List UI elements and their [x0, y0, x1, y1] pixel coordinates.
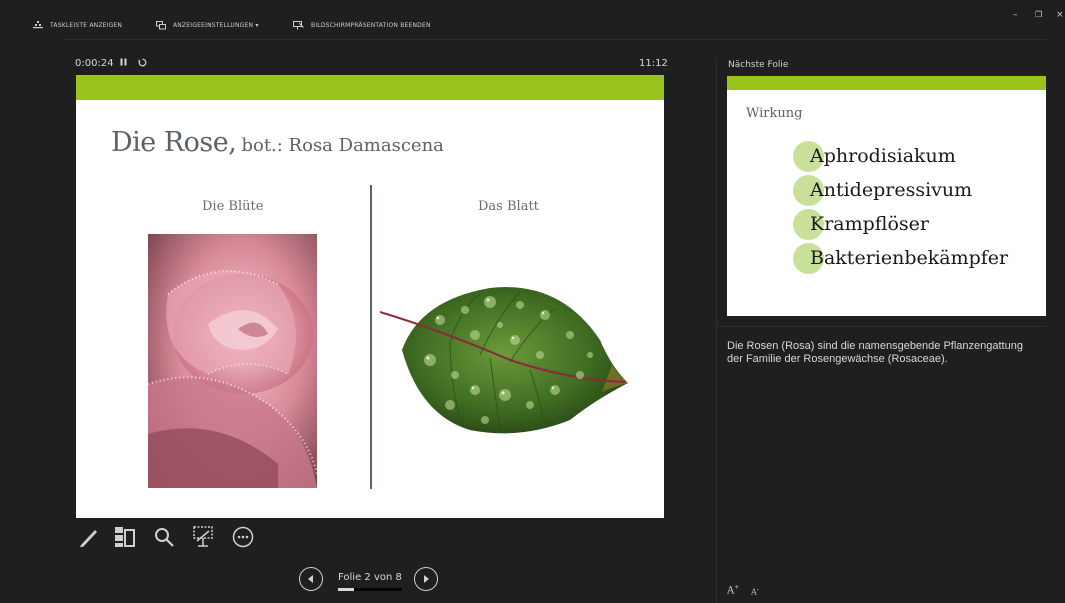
bullet-text: Aphrodisiakum — [810, 145, 956, 167]
display-settings-button[interactable]: ANZEIGEEINSTELLUNGEN ▾ — [156, 21, 259, 30]
see-all-slides-button[interactable] — [114, 526, 136, 552]
bullet-text: Antidepressivum — [810, 179, 973, 201]
slide-progress-bar — [338, 588, 402, 591]
all-slides-icon — [115, 527, 135, 547]
display-settings-label: ANZEIGEEINSTELLUNGEN ▾ — [173, 22, 259, 29]
notes-divider — [716, 326, 1046, 327]
speaker-notes[interactable]: Die Rosen (Rosa) sind die namensgebende … — [727, 340, 1027, 365]
next-slide-button[interactable] — [414, 567, 438, 591]
zoom-button[interactable] — [153, 526, 175, 552]
slide-title: Die Rose, bot.: Rosa Damascena — [111, 127, 444, 158]
minimize-button[interactable]: – — [1013, 10, 1018, 20]
next-slide-accent-bar — [727, 76, 1046, 90]
bullet-text: Krampflöser — [810, 213, 929, 235]
next-slide-title: Wirkung — [746, 106, 803, 121]
current-slide[interactable]: Die Rose, bot.: Rosa Damascena Die Blüte… — [76, 75, 664, 518]
end-slideshow-icon — [293, 21, 304, 30]
column-divider — [370, 185, 372, 489]
black-screen-icon — [193, 526, 213, 547]
zoom-icon — [155, 528, 174, 547]
previous-slide-button[interactable] — [299, 567, 323, 591]
decrease-font-button[interactable]: A- — [751, 586, 759, 597]
bullet-text: Bakterienbekämpfer — [810, 247, 1009, 269]
next-arrow-icon — [424, 575, 429, 583]
slide-title-main: Die Rose, — [111, 127, 237, 158]
previous-arrow-icon — [308, 575, 313, 583]
left-column-heading: Die Blüte — [202, 199, 264, 214]
close-button[interactable]: × — [1056, 10, 1064, 20]
slide-accent-bar — [76, 75, 664, 100]
next-slide-label: Nächste Folie — [728, 60, 789, 70]
clock-time: 11:12 — [639, 58, 668, 69]
pause-icon — [120, 58, 127, 66]
toolbar-divider — [65, 39, 1046, 40]
presenter-toolbar: TASKLEISTE ANZEIGEN ANZEIGEEINSTELLUNGEN… — [0, 0, 1065, 40]
taskbar-icon — [33, 21, 43, 29]
more-options-button[interactable] — [232, 526, 254, 552]
slide-counter[interactable]: Folie 2 von 8 — [338, 572, 402, 583]
pen-icon — [80, 530, 97, 547]
elapsed-timer: 0:00:24 — [75, 58, 114, 69]
reset-timer-button[interactable] — [138, 58, 147, 70]
pen-tool-button[interactable] — [78, 526, 100, 552]
end-slideshow-label: BILDSCHIRMPRÄSENTATION BEENDEN — [311, 22, 431, 29]
slide-progress-fill — [338, 588, 354, 591]
slide-title-botanical: bot.: Rosa Damascena — [241, 135, 444, 156]
more-options-icon — [232, 526, 254, 548]
reset-icon — [138, 58, 147, 67]
show-taskbar-label: TASKLEISTE ANZEIGEN — [50, 21, 123, 29]
leaf-photo — [380, 287, 628, 434]
show-taskbar-button[interactable]: TASKLEISTE ANZEIGEN — [33, 21, 122, 29]
rose-photo — [148, 234, 317, 488]
next-slide-preview[interactable]: Wirkung Aphrodisiakum Antidepressivum Kr… — [727, 76, 1046, 316]
pane-divider — [716, 58, 717, 603]
pause-timer-button[interactable] — [120, 58, 127, 69]
black-screen-button[interactable] — [192, 526, 214, 552]
increase-font-button[interactable]: A+ — [727, 584, 739, 596]
right-column-heading: Das Blatt — [478, 199, 539, 214]
end-slideshow-button[interactable]: BILDSCHIRMPRÄSENTATION BEENDEN — [293, 21, 431, 30]
restore-button[interactable]: ❐ — [1035, 10, 1042, 19]
display-settings-icon — [156, 21, 166, 30]
